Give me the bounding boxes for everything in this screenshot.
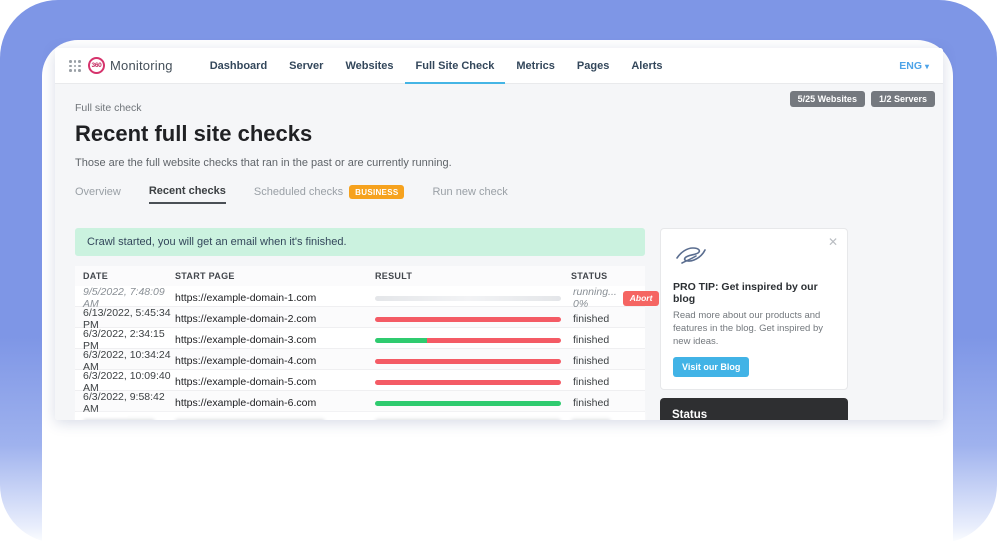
quota-badges: 5/25 Websites 1/2 Servers xyxy=(790,91,935,107)
close-icon[interactable]: ✕ xyxy=(828,235,838,249)
table-row: 6/3/2022, 2:34:15 PM https://example-dom… xyxy=(75,328,645,349)
result-bar-red xyxy=(427,338,561,343)
protip-card: ✕ PRO TIP: Get inspired by our blog Read… xyxy=(660,228,848,390)
col-result: RESULT xyxy=(375,271,571,281)
success-banner: Crawl started, you will get an email whe… xyxy=(75,228,645,256)
check-url: https://example-domain-3.com xyxy=(175,334,375,346)
page-title: Recent full site checks xyxy=(75,121,923,147)
table-header: DATE START PAGE RESULT STATUS xyxy=(75,266,645,286)
nav-item-websites[interactable]: Websites xyxy=(334,48,404,84)
nav-item-full-site-check[interactable]: Full Site Check xyxy=(405,48,506,84)
language-selector[interactable]: ENG ▾ xyxy=(899,60,933,72)
check-status: finished xyxy=(571,313,645,325)
result-bar-green xyxy=(375,401,561,406)
nav-item-server[interactable]: Server xyxy=(278,48,334,84)
websites-quota-badge[interactable]: 5/25 Websites xyxy=(790,91,865,107)
result-bar-red xyxy=(375,317,561,322)
result-progress-bar xyxy=(375,380,561,385)
chevron-down-icon: ▾ xyxy=(925,62,929,71)
brand-name: Monitoring xyxy=(110,58,173,73)
check-status: finished xyxy=(571,355,645,367)
status-card-title: Status xyxy=(672,409,836,420)
servers-quota-badge[interactable]: 1/2 Servers xyxy=(871,91,935,107)
nav-items: Dashboard Server Websites Full Site Chec… xyxy=(199,48,674,84)
tab-bar: Overview Recent checks Scheduled checks … xyxy=(75,185,923,204)
abort-button[interactable]: Abort xyxy=(623,291,660,306)
col-start-page: START PAGE xyxy=(175,271,375,281)
app-window: 360 Monitoring Dashboard Server Websites… xyxy=(55,48,943,420)
app-launcher-icon[interactable] xyxy=(69,60,80,71)
table-row: 6/3/2022, 10:34:24 AM https://example-do… xyxy=(75,349,645,370)
faded-result xyxy=(375,419,561,420)
protip-title: PRO TIP: Get inspired by our blog xyxy=(673,281,835,305)
faded-status xyxy=(571,419,611,420)
result-progress-bar xyxy=(375,338,561,343)
nav-item-metrics[interactable]: Metrics xyxy=(505,48,566,84)
table-row: 9/5/2022, 7:48:09 AM https://example-dom… xyxy=(75,286,645,307)
screenshot-stage: 360 Monitoring Dashboard Server Websites… xyxy=(0,0,997,543)
faded-date xyxy=(83,419,155,420)
check-status: finished xyxy=(571,376,645,388)
business-badge: BUSINESS xyxy=(349,185,404,199)
table-row: 6/3/2022, 9:58:42 AM https://example-dom… xyxy=(75,391,645,412)
check-url: https://example-domain-4.com xyxy=(175,355,375,367)
page-content: 5/25 Websites 1/2 Servers Full site chec… xyxy=(55,84,943,420)
tab-run-new-check[interactable]: Run new check xyxy=(432,186,507,203)
nav-item-alerts[interactable]: Alerts xyxy=(620,48,673,84)
checks-table: DATE START PAGE RESULT STATUS 9/5/2022, … xyxy=(75,266,645,420)
faded-url xyxy=(175,419,325,420)
check-status: finished xyxy=(571,397,645,409)
result-bar-red xyxy=(375,359,561,364)
brand-logo[interactable]: 360 Monitoring xyxy=(88,57,173,74)
col-date: DATE xyxy=(83,271,175,281)
table-row-faded xyxy=(75,412,645,420)
nav-item-dashboard[interactable]: Dashboard xyxy=(199,48,278,84)
table-row: 6/13/2022, 5:45:34 PM https://example-do… xyxy=(75,307,645,328)
sketch-doodle-icon xyxy=(673,242,835,273)
tab-scheduled-checks-label: Scheduled checks xyxy=(254,186,343,198)
page-description: Those are the full website checks that r… xyxy=(75,157,923,169)
table-row: 6/3/2022, 10:09:40 AM https://example-do… xyxy=(75,370,645,391)
status-text: running... 0% xyxy=(573,286,617,310)
logo-360-icon: 360 xyxy=(88,57,105,74)
nav-item-pages[interactable]: Pages xyxy=(566,48,620,84)
check-url: https://example-domain-2.com xyxy=(175,313,375,325)
check-url: https://example-domain-5.com xyxy=(175,376,375,388)
check-url: https://example-domain-6.com xyxy=(175,397,375,409)
result-bar-red xyxy=(375,380,561,385)
result-progress-bar xyxy=(375,401,561,406)
tab-overview[interactable]: Overview xyxy=(75,186,121,203)
tab-recent-checks[interactable]: Recent checks xyxy=(149,185,226,204)
tab-scheduled-checks[interactable]: Scheduled checks BUSINESS xyxy=(254,185,405,204)
result-progress-bar xyxy=(375,317,561,322)
result-bar-green xyxy=(375,338,427,343)
check-url: https://example-domain-1.com xyxy=(175,292,375,304)
result-progress-bar xyxy=(375,359,561,364)
result-progress-bar xyxy=(375,296,561,301)
top-nav: 360 Monitoring Dashboard Server Websites… xyxy=(55,48,943,84)
check-status: finished xyxy=(571,334,645,346)
protip-body: Read more about our products and feature… xyxy=(673,310,835,348)
status-card: Status SERVERS 0 open alert(s) 0 servers… xyxy=(660,398,848,420)
col-status: STATUS xyxy=(571,271,645,281)
check-status: running... 0% Abort xyxy=(571,286,659,310)
visit-blog-button[interactable]: Visit our Blog xyxy=(673,357,749,377)
